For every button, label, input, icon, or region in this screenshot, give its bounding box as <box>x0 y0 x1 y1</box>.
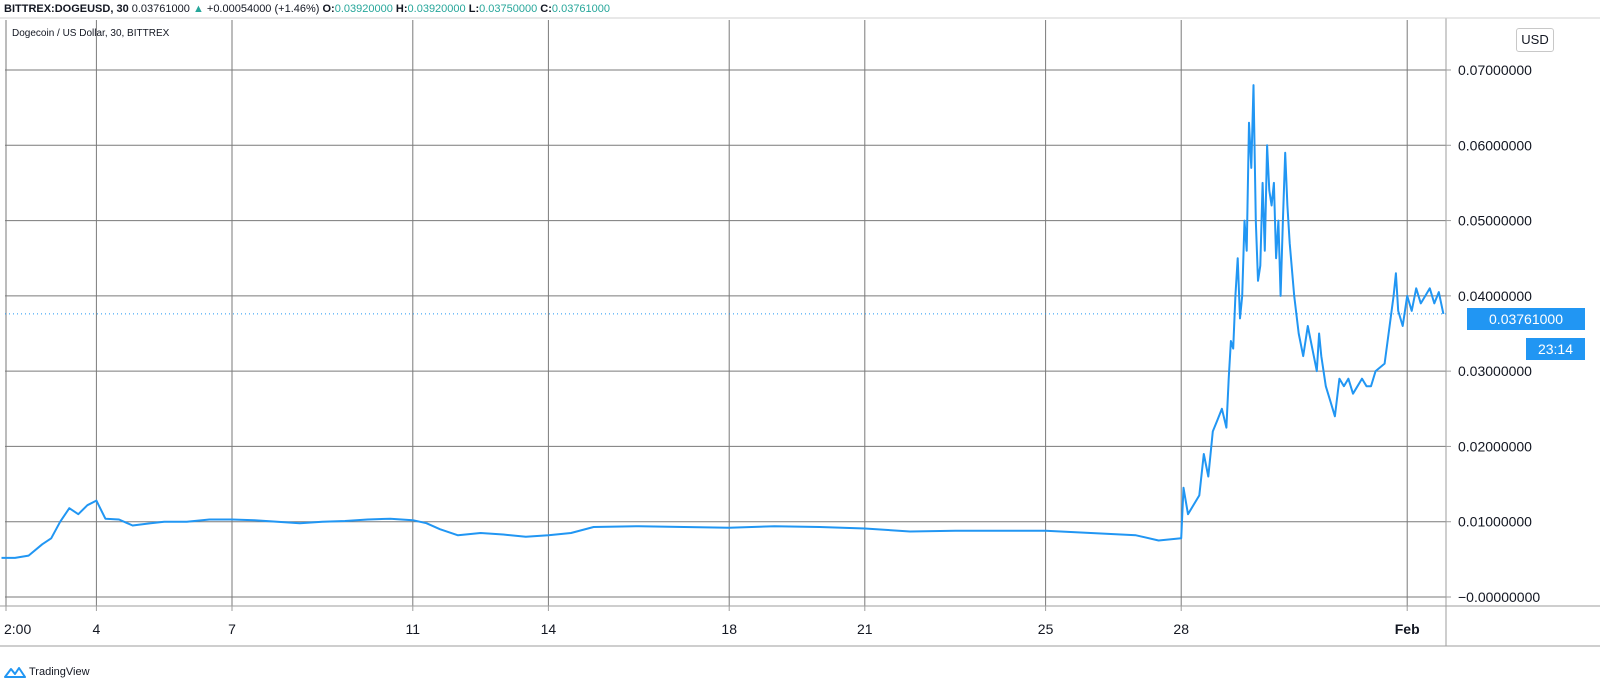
currency-button[interactable]: USD <box>1516 28 1554 52</box>
brand-footer[interactable]: TradingView <box>4 666 90 678</box>
grid <box>5 20 1446 606</box>
chart-title: Dogecoin / US Dollar, 30, BITTREX <box>12 28 170 39</box>
x-tick-label: 11 <box>406 621 421 637</box>
x-tick-label: 18 <box>721 621 737 637</box>
price-chart[interactable]: −0.00000000 0.01000000 0.02000000 0.0300000… <box>0 0 1600 690</box>
last-price-tag: 0.03761000 <box>1467 308 1585 330</box>
x-tick-label: Feb <box>1395 621 1420 637</box>
y-tick-label: 0.04000000 <box>1458 288 1532 304</box>
chart-frame <box>0 17 1600 647</box>
y-tick-label: 0.06000000 <box>1458 137 1532 153</box>
x-axis[interactable]: 2:00 4 7 11 14 18 21 25 28 Feb <box>4 606 1420 637</box>
y-tick-label: 0.03000000 <box>1458 363 1532 379</box>
y-tick-label: −0.00000000 <box>1458 589 1540 605</box>
y-tick-label: 0.01000000 <box>1458 514 1532 530</box>
series-line <box>1 84 1445 559</box>
x-tick-label: 7 <box>228 621 236 637</box>
x-tick-label: 21 <box>857 621 873 637</box>
tradingview-logo-icon <box>4 667 26 678</box>
y-axis[interactable]: −0.00000000 0.01000000 0.02000000 0.0300000… <box>1446 62 1540 605</box>
y-tick-label: 0.05000000 <box>1458 213 1532 229</box>
x-tick-label: 4 <box>93 621 101 637</box>
x-tick-label: 28 <box>1173 621 1189 637</box>
x-tick-label: 14 <box>541 621 557 637</box>
countdown-tag: 23:14 <box>1526 338 1585 360</box>
y-tick-label: 0.02000000 <box>1458 438 1532 454</box>
y-tick-label: 0.07000000 <box>1458 62 1532 78</box>
brand-label: TradingView <box>29 666 90 678</box>
x-tick-label: 25 <box>1038 621 1054 637</box>
x-tick-label: 2:00 <box>4 621 31 637</box>
